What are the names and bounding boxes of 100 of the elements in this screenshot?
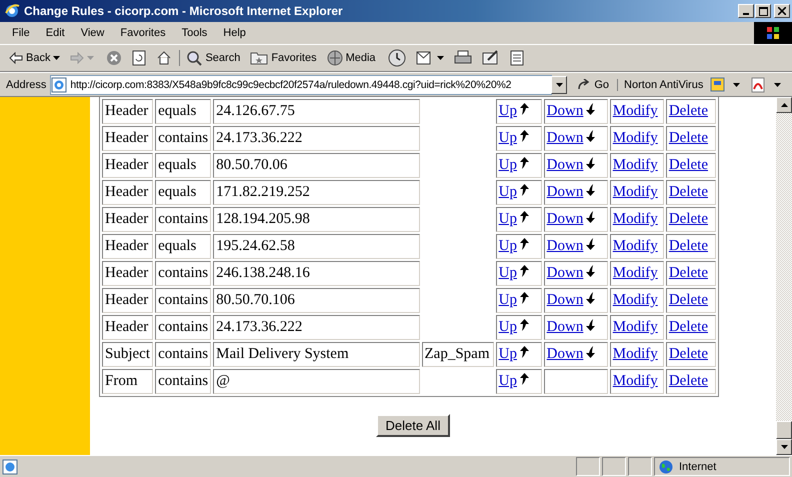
table-cell: 80.50.70.06 [213,153,420,178]
table-cell: @ [213,369,420,394]
scroll-up-button[interactable] [776,97,792,113]
star-folder-icon [250,51,268,65]
menu-item[interactable]: Edit [38,27,73,39]
maximize-icon [758,6,768,16]
table-cell: Header [102,207,154,232]
table-cell: Header [102,315,154,340]
table-cell: Header [102,126,154,151]
status-pane [576,457,600,476]
norton-button[interactable]: Norton AntiVirus [622,78,704,90]
caret-icon [53,56,60,60]
search-button[interactable]: Search [179,50,244,66]
table-cell: 171.82.219.252 [213,180,420,205]
up-arrow-icon [520,373,529,385]
down-triangle-icon [780,445,788,449]
status-pane [628,457,652,476]
up-arrow-icon [520,346,529,358]
close-icon [778,7,786,15]
favorites-button[interactable]: Favorites [247,51,320,65]
up-arrow-icon [520,265,529,277]
table-cell: Header [102,288,154,313]
up-arrow-icon [520,184,529,196]
menu-item[interactable]: Tools [174,27,216,39]
menu-item[interactable]: Help [215,27,254,39]
up-arrow-icon [520,319,529,331]
caret-icon [436,56,444,60]
up-arrow-icon [520,103,529,115]
address-field[interactable]: http://cicorp.com:8383/X548a9b9fc8c99c9ecbcf20f2574a/ruledown.49448.cgi?uid=rick%20%20%2 [50,74,552,94]
down-arrow-icon [586,103,596,115]
table-cell: equals [155,180,212,205]
up-arrow-icon [520,211,529,223]
media-button[interactable]: Media [324,50,379,66]
caret-icon[interactable] [774,82,782,86]
down-arrow-icon [586,238,596,250]
table-cell: Header [102,99,154,124]
table-cell: contains [155,288,212,313]
scroll-thumb[interactable] [776,421,792,439]
down-arrow-icon [586,265,596,277]
down-arrow-icon [586,157,596,169]
go-button[interactable]: Go [571,78,618,90]
table-cell: 24.173.36.222 [213,315,420,340]
shield-icon[interactable] [709,76,728,92]
zone-label: Internet [679,460,716,472]
table-cell: contains [155,315,212,340]
table-cell: contains [155,207,212,232]
table-cell: Mail Delivery System [213,342,420,367]
caret-icon[interactable] [733,82,740,86]
globe-icon [659,460,673,474]
table-cell: 195.24.62.58 [213,234,420,259]
address-label: Address [6,78,46,90]
forward-arrow-icon [70,52,84,64]
page-icon [51,76,68,92]
menu-item[interactable]: View [72,27,112,39]
down-arrow-icon [586,130,596,142]
table-cell: equals [155,99,212,124]
go-arrow-icon [577,78,592,90]
down-arrow-icon [586,292,596,304]
table-cell: From [102,369,154,394]
menu-item[interactable]: File [4,27,38,39]
scroll-down-button[interactable] [776,439,792,455]
table-cell: contains [155,261,212,286]
search-icon [186,50,202,66]
down-arrow-icon [586,346,596,358]
table-cell: equals [155,234,212,259]
globe-icon [326,50,343,66]
minimize-button[interactable] [738,4,754,18]
table-cell: contains [155,126,212,151]
down-arrow-icon [586,211,596,223]
table-cell: Header [102,180,154,205]
back-arrow-icon [9,52,23,64]
table-cell: Header [102,153,154,178]
browser-logo-icon [4,3,20,19]
table-cell: contains [155,342,212,367]
up-arrow-icon [520,157,529,169]
table-cell: 24.126.67.75 [213,99,420,124]
table-cell: 246.138.248.16 [213,261,420,286]
table-cell: 80.50.70.106 [213,288,420,313]
up-triangle-icon [780,103,788,107]
dropdown-button[interactable] [551,76,568,94]
delete-all-button[interactable]: Delete All [376,414,450,437]
down-arrow-icon [586,319,596,331]
up-arrow-icon [520,130,529,142]
caret-icon [87,56,94,60]
down-arrow-icon [586,184,596,196]
close-button[interactable] [774,4,790,18]
maximize-button[interactable] [755,4,771,18]
back-button[interactable]: Back [6,52,64,64]
window-title: Change Rules - cicorp.com - Microsoft Internet Explorer [24,4,344,18]
table-cell: 24.173.36.222 [213,126,420,151]
up-arrow-icon [520,292,529,304]
menu-item[interactable]: Favorites [112,27,174,39]
vertical-scrollbar[interactable] [776,97,792,455]
table-cell: Header [102,234,154,259]
page-icon [2,458,18,474]
table-cell: contains [155,369,212,394]
table-cell: equals [155,153,212,178]
windows-logo-icon [754,22,792,44]
table-cell: Zap_Spam [422,342,494,367]
table-cell: 128.194.205.98 [213,207,420,232]
